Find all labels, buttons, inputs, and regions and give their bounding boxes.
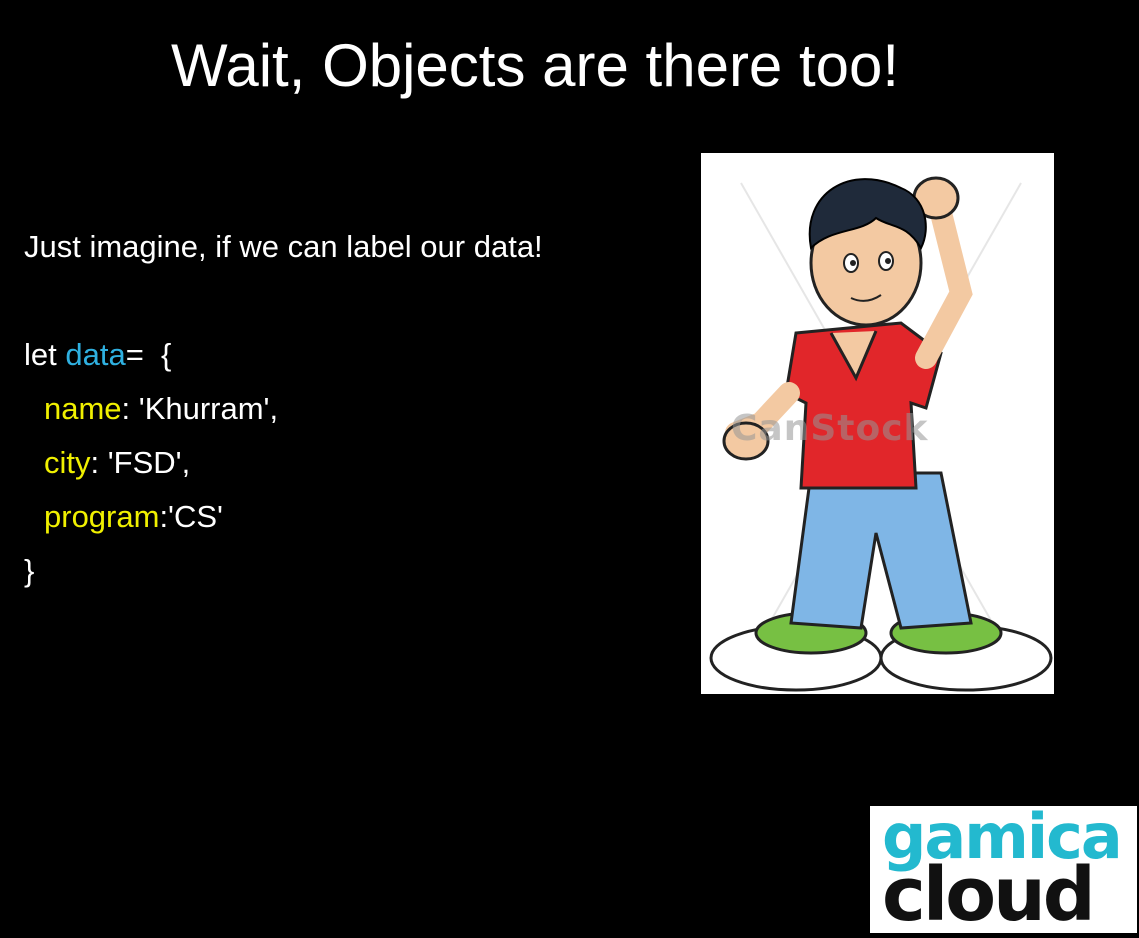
gamica-cloud-logo: gamica cloud xyxy=(870,800,1137,938)
property-key: program xyxy=(44,499,160,534)
code-line-let: let data= { xyxy=(24,328,543,382)
property-value: : 'FSD', xyxy=(90,445,191,480)
code-line-close: } xyxy=(24,553,35,588)
property-key: name xyxy=(44,391,122,426)
assign-brace: = { xyxy=(125,337,172,372)
logo-line-2: cloud xyxy=(882,852,1096,938)
property-value: : 'Khurram', xyxy=(121,391,279,426)
property-key: city xyxy=(44,445,91,480)
code-line-prop: program:'CS' xyxy=(24,490,543,544)
code-line-prop: name: 'Khurram', xyxy=(24,382,543,436)
property-value: :'CS' xyxy=(159,499,223,534)
variable-name: data xyxy=(65,337,126,372)
watermark-text: CanStock xyxy=(731,408,929,449)
slide-body: Just imagine, if we can label our data! … xyxy=(24,220,543,598)
code-line-prop: city: 'FSD', xyxy=(24,436,543,490)
intro-text: Just imagine, if we can label our data! xyxy=(24,229,543,264)
cartoon-boy-image: CanStock xyxy=(701,153,1054,694)
let-keyword: let xyxy=(24,337,66,372)
slide-title: Wait, Objects are there too! xyxy=(170,32,900,99)
